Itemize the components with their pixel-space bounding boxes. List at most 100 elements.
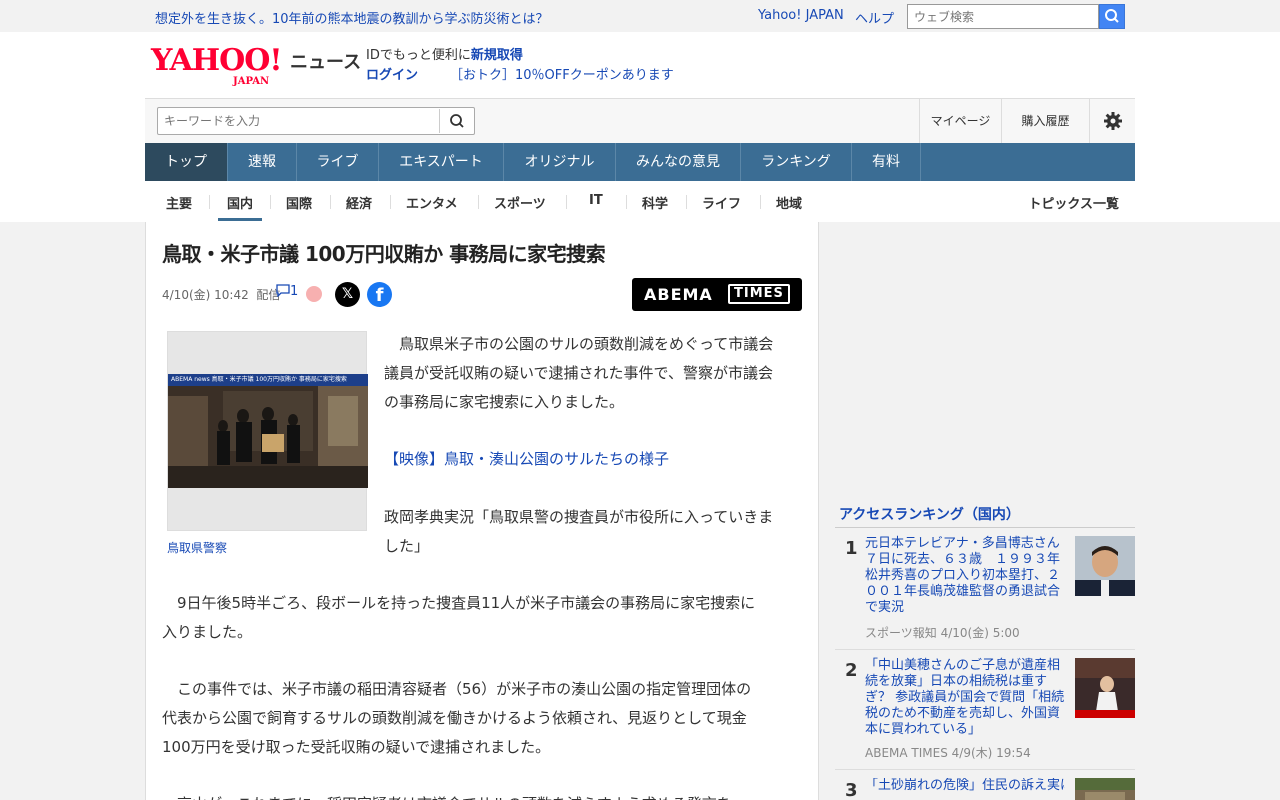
paragraph-1: 鳥取県米子市の公園のサルの頭数削減をめぐって市議会 議員が受託収賄の疑いで逮捕さ… [384,330,773,417]
paragraph-line: この事件では、米子市議の稲田清容疑者（56）が米子市の湊山公園の指定管理団体の [162,680,752,698]
logo-sub: JAPAN [233,76,270,87]
main-nav-top[interactable]: トップ [145,143,228,181]
divider [390,195,391,209]
yahoo-japan-link[interactable]: Yahoo! JAPAN [758,8,844,23]
photo-scene [168,386,368,488]
photo-banner: ABEMA news 鳥取・米子市議 100万円収賄か 事務局に家宅捜索 [168,374,368,386]
paragraph-line: 政岡孝典実況「鳥取県警の捜査員が市役所に入っていきま [384,508,774,526]
sub-nav-domestic[interactable]: 国内 [218,193,262,221]
paragraph-4: この事件では、米子市議の稲田清容疑者（56）が米子市の湊山公園の指定管理団体の … [162,675,751,762]
comment-count: 1 [290,284,299,299]
paragraph-line: の事務局に家宅捜索に入りました。 [384,393,625,411]
article: 鳥取・米子市議 100万円収賄か 事務局に家宅捜索 4/10(金) 10:42 … [145,222,819,800]
main-nav-opinions[interactable]: みんなの意見 [616,143,741,181]
rank-title[interactable]: 「中山美穂さんのご子息が遺産相続を放棄」日本の相続税は重すぎ？ 参政議員が国会で… [865,658,1065,738]
yahoo-logo[interactable]: YAHOO! JAPAN [151,43,291,88]
logo-main: YAHOO! [151,43,283,78]
top-bar: 想定外を生き抜く。10年前の熊本地震の教訓から学ぶ防災術とは？ Yahoo! J… [0,0,1280,32]
paragraph-line: 議員が受託収賄の疑いで逮捕された事件で、警察が市議会 [384,364,773,382]
abema-times-logo[interactable]: ABEMA TIMES [632,278,802,311]
keyword-search-button[interactable] [439,109,473,133]
rank-title[interactable]: 元日本テレビアナ・多昌博志さん７日に死去、６３歳 １９９３年松井秀喜のプロ入り初… [865,536,1065,616]
facebook-share-icon[interactable]: f [367,282,392,307]
divider [760,195,761,209]
article-date: 4/10(金) 10:42 [162,288,249,302]
x-share-icon[interactable]: 𝕏 [335,282,360,307]
sub-nav-main[interactable]: 主要 [166,193,192,221]
ranking-item[interactable]: 3 「土砂崩れの危険」住民の訴え実は…治谷区… [835,770,1135,800]
paragraph-line: 鳥取県米子市の公園のサルの頭数削減をめぐって市議会 [384,335,774,353]
rank-thumbnail [1075,658,1135,718]
main-nav-expert[interactable]: エキスパート [379,143,504,181]
login-link[interactable]: ログイン [366,68,418,83]
access-ranking: アクセスランキング（国内） 1 元日本テレビアナ・多昌博志さん７日に死去、６３歳… [835,500,1135,800]
sub-nav-region[interactable]: 地域 [776,193,802,221]
signup-link[interactable]: 新規取得 [471,48,523,63]
topics-all-link[interactable]: トピックス一覧 [1028,193,1119,212]
article-photo[interactable]: ABEMA news 鳥取・米子市議 100万円収賄か 事務局に家宅捜索 [167,331,368,531]
photo-image: ABEMA news 鳥取・米子市議 100万円収賄か 事務局に家宅捜索 [168,374,368,488]
article-title: 鳥取・米子市議 100万円収賄か 事務局に家宅捜索 [162,242,606,266]
reaction-face-icon[interactable] [306,286,322,302]
mypage-link[interactable]: マイページ [919,99,1001,144]
help-link[interactable]: ヘルプ [855,8,894,27]
sub-nav: 主要 国内 国際 経済 エンタメ スポーツ IT 科学 ライフ 地域 トピックス… [145,181,1135,221]
paragraph-line: 9日午後5時半ごろ、段ボールを持った捜査員11人が米子市議会の事務局に家宅捜索に [162,594,756,612]
keyword-search-row: マイページ 購入履歴 [145,98,1135,144]
web-search-input[interactable] [907,4,1099,29]
divider [626,195,627,209]
sub-nav-economy[interactable]: 経済 [346,193,372,221]
sub-nav-science[interactable]: 科学 [642,193,668,221]
rank-source: スポーツ報知 4/10(金) 5:00 [865,626,1020,640]
divider [209,195,210,209]
rank-title[interactable]: 「土砂崩れの危険」住民の訴え実は…治谷区… [865,778,1065,794]
rank-number: 3 [845,780,858,800]
sub-nav-entertainment[interactable]: エンタメ [406,193,458,221]
main-nav-live[interactable]: ライブ [297,143,379,181]
main-nav-ranking[interactable]: ランキング [741,143,852,181]
paragraph-5: 高山が これまでに 稲田容疑者は市議会でサルの頭数を減らすよう求める発言を [162,790,802,800]
sub-nav-sports[interactable]: スポーツ [494,193,546,221]
news-label: ニュース [290,52,362,73]
paragraph-2: 政岡孝典実況「鳥取県警の捜査員が市役所に入っていきま した」 [384,503,773,561]
sub-nav-life[interactable]: ライフ [702,193,741,221]
divider [330,195,331,209]
rank-thumbnail [1075,536,1135,596]
ranking-item[interactable]: 2 「中山美穂さんのご子息が遺産相続を放棄」日本の相続税は重すぎ？ 参政議員が国… [835,650,1135,770]
ranking-heading: アクセスランキング（国内） [835,500,1135,528]
divider [686,195,687,209]
ranking-item[interactable]: 1 元日本テレビアナ・多昌博志さん７日に死去、６３歳 １９９３年松井秀喜のプロ入… [835,528,1135,650]
coupon-link[interactable]: ［おトク］10％OFFクーポンあります [450,66,674,86]
keyword-search-input[interactable] [157,107,475,135]
web-search-button[interactable] [1099,4,1125,29]
video-link[interactable]: 【映像】鳥取・湊山公園のサルたちの様子 [384,445,669,474]
sidebar-ad-space [835,222,1135,492]
main-nav-original[interactable]: オリジナル [504,143,616,181]
gear-icon [1103,112,1122,130]
article-meta: 4/10(金) 10:42 配信 [162,286,280,303]
photo-caption[interactable]: 鳥取県警察 [167,539,227,556]
divider [566,195,567,209]
search-icon [1105,9,1119,23]
main-nav-breaking[interactable]: 速報 [228,143,297,181]
search-icon [450,114,464,128]
promo-link[interactable]: 想定外を生き抜く。10年前の熊本地震の教訓から学ぶ防災術とは？ [155,8,549,27]
paragraph-line: 代表から公園で飼育するサルの頭数削減を働きかけるよう依頼され、見返りとして現金 [162,709,747,727]
header: YAHOO! JAPAN ニュース IDでもっと便利に新規取得 ログイン ［おト… [0,32,1280,222]
paragraph-3: 9日午後5時半ごろ、段ボールを持った捜査員11人が米子市議会の事務局に家宅捜索に… [162,589,755,647]
purchase-history-link[interactable]: 購入履歴 [1001,99,1089,144]
comment-icon [276,284,290,298]
paragraph-line: 100万円を受け取った受託収賄の疑いで逮捕されました。 [162,738,551,756]
paragraph-line: した」 [384,537,430,555]
rank-number: 1 [845,538,858,559]
settings-button[interactable] [1089,99,1135,144]
sub-nav-international[interactable]: 国際 [286,193,312,221]
comment-link[interactable]: 1 [276,284,298,299]
sub-nav-it[interactable]: IT [589,193,603,221]
id-text: IDでもっと便利に [366,48,471,63]
divider [478,195,479,209]
main-nav: トップ 速報 ライブ エキスパート オリジナル みんなの意見 ランキング 有料 [145,143,1135,181]
paragraph-line: 入りました。 [162,623,253,641]
abema-logo-text: ABEMA [644,285,713,304]
main-nav-paid[interactable]: 有料 [852,143,921,181]
